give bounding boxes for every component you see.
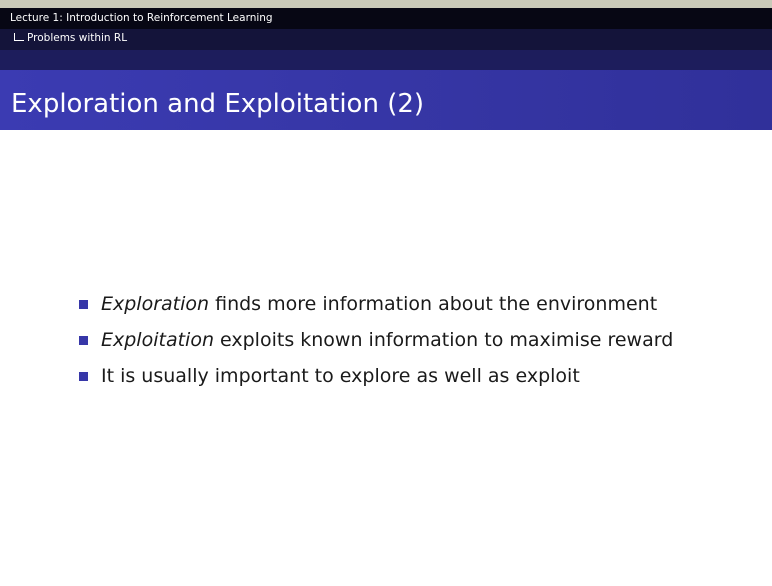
square-bullet-icon bbox=[79, 335, 88, 345]
section-title: Problems within RL bbox=[27, 32, 128, 44]
lecture-title: Lecture 1: Introduction to Reinforcement… bbox=[10, 12, 273, 24]
header-bar: Lecture 1: Introduction to Reinforcement… bbox=[0, 8, 772, 29]
bullet-list: Exploration finds more information about… bbox=[79, 286, 673, 394]
section-breadcrumb: Problems within RL bbox=[14, 32, 127, 44]
square-bullet-icon bbox=[79, 371, 88, 381]
bullet-item: It is usually important to explore as we… bbox=[79, 358, 673, 394]
tree-branch-icon bbox=[14, 33, 24, 41]
top-rule bbox=[0, 0, 772, 8]
bullet-emphasis: Exploitation bbox=[101, 329, 214, 351]
bullet-text: exploits known information to maximise r… bbox=[213, 329, 674, 351]
bullet-text: finds more information about the environ… bbox=[209, 293, 658, 315]
slide-title: Exploration and Exploitation (2) bbox=[11, 89, 425, 119]
section-bar: Problems within RL bbox=[0, 29, 772, 50]
header-strip bbox=[0, 50, 772, 70]
bullet-item: Exploration finds more information about… bbox=[79, 286, 673, 322]
bullet-item: Exploitation exploits known information … bbox=[79, 322, 673, 358]
square-bullet-icon bbox=[79, 299, 88, 309]
title-bar: Exploration and Exploitation (2) bbox=[0, 70, 772, 130]
bullet-emphasis: Exploration bbox=[101, 293, 210, 315]
bullet-text: It is usually important to explore as we… bbox=[101, 365, 580, 387]
